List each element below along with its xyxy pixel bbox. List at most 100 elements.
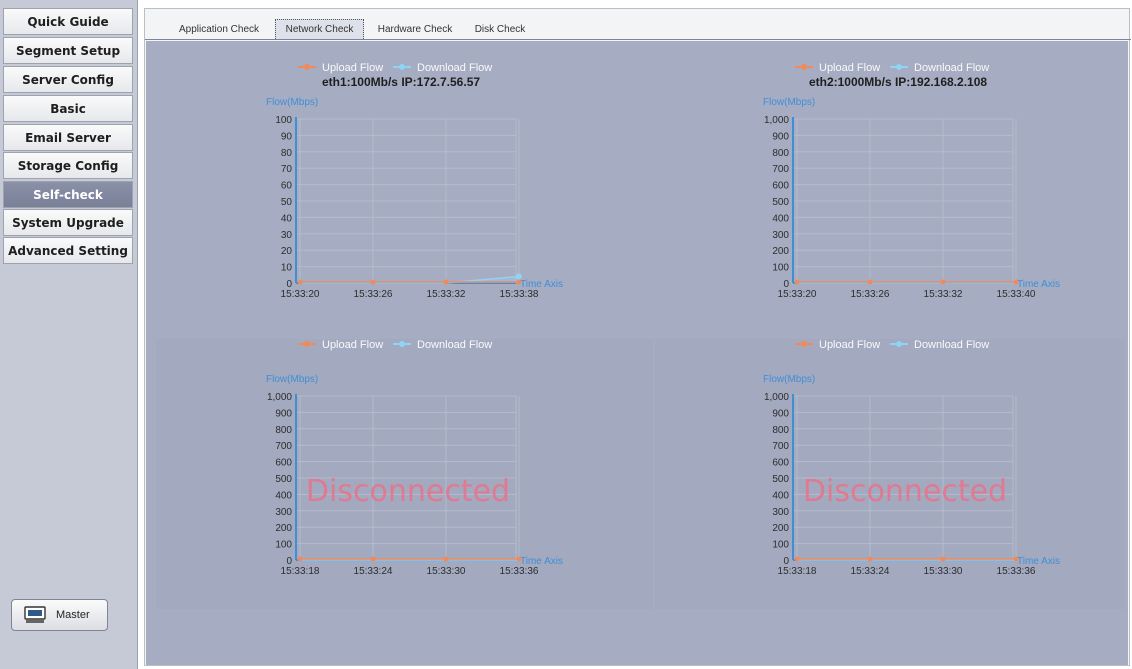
x-tick-label: 15:33:30 [924, 566, 963, 577]
legend-upload-marker [304, 341, 310, 347]
y-tick-label: 900 [772, 131, 789, 142]
tab-divider [145, 39, 1131, 40]
sidebar-item-server-config[interactable]: Server Config [3, 66, 133, 93]
y-tick-label: 200 [772, 246, 789, 257]
network-chart-eth3: Upload Flow Download Flow Flow(Mbps) 0 100 20… [241, 336, 563, 586]
x-tick-label: 15:33:36 [500, 566, 539, 577]
master-button[interactable]: Master [11, 599, 108, 631]
chart-svg: Upload Flow Download Floweth1:100Mb/s IP:… [266, 62, 563, 300]
sidebar-item-basic[interactable]: Basic [3, 95, 133, 122]
legend-download-label: Download Flow [417, 62, 492, 74]
y-tick-label: 800 [772, 148, 789, 159]
chart-svg: Upload Flow Download FlowFlow(Mbps)010020… [266, 339, 563, 577]
y-tick-label: 60 [281, 181, 293, 192]
y-tick-label: 400 [772, 490, 789, 501]
master-button-label: Master [56, 609, 90, 621]
x-tick-label: 15:33:26 [354, 289, 393, 300]
chart-legend: Upload Flow Download Flow [298, 62, 492, 74]
upload-data-point [297, 556, 303, 562]
chart-legend: Upload Flow Download Flow [795, 339, 989, 351]
upload-data-point [867, 556, 873, 562]
y-tick-label: 100 [275, 115, 292, 126]
x-tick-label: 15:33:32 [427, 289, 466, 300]
sidebar-item-quick-guide[interactable]: Quick Guide [3, 8, 133, 35]
y-tick-label: 700 [275, 441, 292, 452]
y-tick-label: 900 [772, 408, 789, 419]
tab-hardware-check[interactable]: Hardware Check [373, 19, 457, 39]
x-tick-label: 15:33:20 [281, 289, 320, 300]
sidebar-item-system-upgrade[interactable]: System Upgrade [3, 209, 133, 236]
tab-application-check[interactable]: Application Check [171, 19, 267, 39]
y-tick-label: 100 [275, 540, 292, 551]
y-tick-label: 40 [281, 213, 293, 224]
y-axis-title: Flow(Mbps) [763, 374, 815, 385]
y-tick-label: 1,000 [764, 115, 789, 126]
x-tick-label: 15:33:30 [427, 566, 466, 577]
chart-svg: Upload Flow Download FlowFlow(Mbps)010020… [763, 339, 1060, 577]
sidebar-item-email-server[interactable]: Email Server [3, 124, 133, 151]
chart-svg: Upload Flow Download Floweth2:1000Mb/s IP… [763, 62, 1060, 300]
upload-data-point [940, 279, 946, 285]
y-tick-label: 200 [772, 523, 789, 534]
x-tick-label: 15:33:40 [997, 289, 1036, 300]
sidebar: Quick Guide Segment Setup Server Config … [0, 0, 138, 669]
y-tick-label: 500 [772, 474, 789, 485]
legend-download-marker [896, 64, 902, 70]
y-tick-label: 300 [275, 507, 292, 518]
network-chart-eth1: Upload Flow Download Flow eth1:100Mb/s IP:… [241, 59, 563, 309]
upload-data-point [370, 556, 376, 562]
upload-data-point [443, 279, 449, 285]
x-tick-label: 15:33:24 [851, 566, 890, 577]
x-tick-label: 15:33:32 [924, 289, 963, 300]
y-tick-label: 200 [275, 523, 292, 534]
legend-download-label: Download Flow [417, 339, 492, 351]
upload-data-point [1013, 556, 1019, 562]
network-check-panel: Upload Flow Download Flow eth1:100Mb/s IP:… [146, 41, 1128, 665]
sidebar-item-storage-config[interactable]: Storage Config [3, 152, 133, 179]
y-tick-label: 800 [275, 425, 292, 436]
upload-data-point [516, 279, 522, 285]
legend-upload-label: Upload Flow [819, 62, 880, 74]
upload-data-point [867, 279, 873, 285]
y-tick-label: 500 [275, 474, 292, 485]
upload-data-point [794, 279, 800, 285]
y-tick-label: 30 [281, 230, 293, 241]
y-tick-label: 10 [281, 263, 293, 274]
x-tick-label: 15:33:24 [354, 566, 393, 577]
upload-data-point [370, 279, 376, 285]
legend-download-marker [896, 341, 902, 347]
legend-download-marker [399, 341, 405, 347]
y-tick-label: 100 [772, 263, 789, 274]
upload-data-point [297, 279, 303, 285]
disconnected-status: Disconnected [306, 474, 510, 509]
y-tick-label: 1,000 [267, 392, 292, 403]
chart-legend: Upload Flow Download Flow [298, 339, 492, 351]
legend-upload-marker [801, 341, 807, 347]
upload-data-point [516, 556, 522, 562]
legend-upload-label: Upload Flow [322, 62, 383, 74]
network-chart-eth4: Upload Flow Download Flow Flow(Mbps) 0 100 20… [738, 336, 1060, 586]
monitor-icon [24, 606, 46, 623]
y-tick-label: 900 [275, 408, 292, 419]
tab-network-check[interactable]: Network Check [275, 19, 364, 39]
network-chart-eth2: Upload Flow Download Flow eth2:1000Mb/s IP… [738, 59, 1060, 309]
sidebar-item-advanced-setting[interactable]: Advanced Setting [3, 237, 133, 264]
y-tick-label: 700 [772, 164, 789, 175]
sidebar-item-self-check[interactable]: Self-check [3, 181, 133, 208]
x-tick-label: 15:33:38 [500, 289, 539, 300]
legend-upload-label: Upload Flow [819, 339, 880, 351]
chart-title: eth2:1000Mb/s IP:192.168.2.108 [809, 75, 987, 89]
y-tick-label: 600 [772, 458, 789, 469]
upload-data-point [1013, 279, 1019, 285]
disconnected-status: Disconnected [803, 474, 1007, 509]
upload-data-point [443, 556, 449, 562]
y-tick-label: 1,000 [764, 392, 789, 403]
legend-download-label: Download Flow [914, 339, 989, 351]
y-tick-label: 100 [772, 540, 789, 551]
y-tick-label: 700 [772, 441, 789, 452]
tab-disk-check[interactable]: Disk Check [471, 19, 529, 39]
legend-upload-marker [801, 64, 807, 70]
y-axis-title: Flow(Mbps) [266, 97, 318, 108]
y-tick-label: 600 [275, 458, 292, 469]
sidebar-item-segment-setup[interactable]: Segment Setup [3, 37, 133, 64]
